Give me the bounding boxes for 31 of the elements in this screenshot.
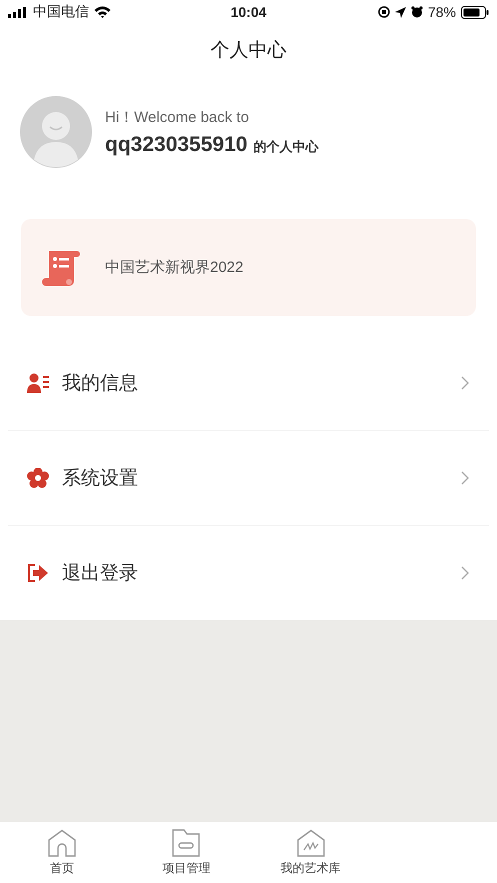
tab-bar-item[interactable]: 首页: [0, 822, 124, 883]
tab-bar-item[interactable]: 项目管理: [124, 822, 248, 883]
page-title: 个人中心: [210, 39, 286, 63]
avatar-icon: [20, 96, 92, 168]
battery-percent: 78%: [428, 4, 456, 20]
battery-icon: [461, 6, 489, 18]
signal-icon: [8, 6, 28, 18]
clock-time: 10:04: [230, 4, 266, 20]
chevron-right-icon: [461, 566, 469, 580]
folder-icon: [171, 828, 202, 856]
settings-icon: [27, 468, 49, 488]
location-arrow-icon: [394, 6, 406, 18]
artwork-icon: [296, 828, 326, 856]
welcome-text: Hi！Welcome back to: [105, 108, 250, 126]
menu-item[interactable]: 退出登录: [8, 526, 489, 620]
chevron-right-icon: [461, 376, 469, 390]
user-center-label: 的个人中心: [253, 138, 318, 156]
carrier-name: 中国电信: [33, 3, 89, 21]
tab-bar-item[interactable]: 我的艺术库: [248, 822, 373, 883]
alarm-clock-icon: [410, 6, 423, 18]
scroll-icon: [41, 248, 81, 286]
wifi-icon: [94, 6, 111, 18]
menu-item[interactable]: 我的信息: [8, 336, 489, 431]
logout-icon: [27, 563, 49, 583]
project-card[interactable]: 中国艺术新视界2022: [21, 219, 476, 316]
username: qq3230355910: [105, 132, 248, 156]
rotation-lock-icon: [378, 6, 390, 18]
user-list-icon: [27, 373, 49, 393]
menu-item[interactable]: 系统设置: [8, 431, 489, 526]
chevron-right-icon: [461, 471, 469, 485]
home-icon: [47, 828, 78, 856]
